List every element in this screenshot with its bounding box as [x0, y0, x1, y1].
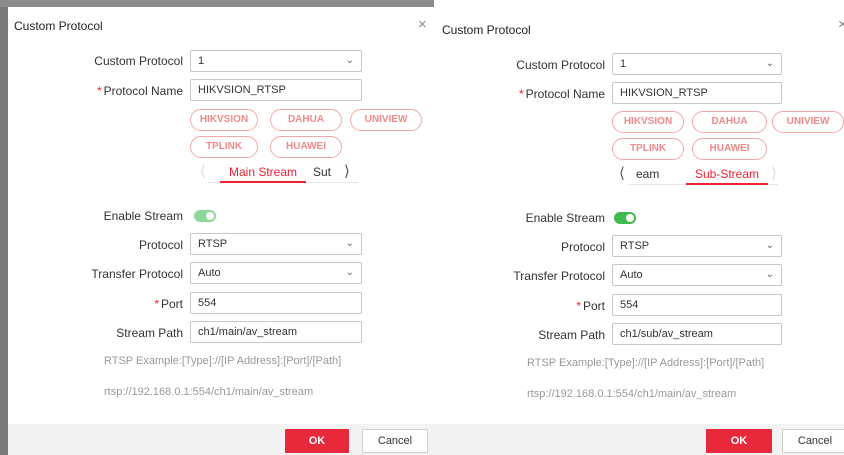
close-icon[interactable]: × [418, 16, 427, 33]
protocol-label: Protocol [138, 238, 183, 252]
preset-dahua-chip[interactable]: DAHUA [692, 111, 767, 133]
custom-protocol-value: 1 [198, 55, 205, 67]
tab-main-stream[interactable]: Main Stream [220, 165, 306, 179]
custom-protocol-select[interactable]: 1 ⌄ [190, 50, 362, 72]
chevron-down-icon: ⌄ [765, 240, 774, 251]
custom-protocol-value: 1 [620, 58, 627, 70]
required-asterisk: * [96, 84, 102, 98]
port-input[interactable] [190, 292, 362, 314]
stream-path-input[interactable] [612, 323, 782, 345]
tabs-scroll-left-icon[interactable]: ⟨ [619, 164, 625, 182]
protocol-name-input[interactable] [612, 82, 782, 104]
stream-path-input[interactable] [190, 321, 362, 343]
toggle-knob [626, 214, 634, 222]
protocol-name-label-text: Protocol Name [103, 84, 183, 98]
port-label-text: Port [160, 297, 183, 311]
protocol-select[interactable]: RTSP ⌄ [190, 233, 362, 255]
custom-protocol-dialog-main-stream: Custom Protocol × Custom Protocol 1 ⌄ * P… [8, 12, 436, 455]
preset-hikvision-chip[interactable]: HIKVSION [190, 109, 258, 131]
required-asterisk: * [154, 297, 159, 311]
preset-uniview-chip[interactable]: UNIVIEW [350, 109, 422, 131]
transfer-protocol-select[interactable]: Auto ⌄ [190, 262, 362, 284]
transfer-protocol-value: Auto [198, 267, 221, 279]
custom-protocol-dialog-sub-stream: Custom Protocol × Custom Protocol 1 ⌄ * P… [436, 12, 844, 455]
port-label: * Port [68, 295, 183, 313]
transfer-protocol-label: Transfer Protocol [513, 269, 605, 283]
chevron-down-icon: ⌄ [765, 269, 774, 280]
dialog-footer: OK Cancel [8, 424, 436, 455]
preset-uniview-chip[interactable]: UNIVIEW [772, 111, 844, 133]
chevron-down-icon: ⌄ [345, 238, 354, 249]
active-tab-indicator [686, 183, 768, 185]
protocol-name-label-text: Protocol Name [525, 87, 605, 101]
tabs-scroll-left-icon[interactable]: ⟨ [200, 162, 206, 180]
custom-protocol-select[interactable]: 1 ⌄ [612, 53, 782, 75]
required-asterisk: * [576, 299, 581, 313]
preset-dahua-chip[interactable]: DAHUA [270, 109, 342, 131]
active-tab-indicator [220, 181, 306, 183]
toggle-knob [206, 212, 214, 220]
ok-button[interactable]: OK [706, 429, 772, 453]
preset-tplink-chip[interactable]: TPLINK [190, 136, 258, 158]
enable-stream-toggle[interactable] [614, 212, 636, 224]
chevron-down-icon: ⌄ [345, 55, 354, 66]
tab-sub-stream[interactable]: Sub-Stream [686, 167, 768, 181]
port-input[interactable] [612, 294, 782, 316]
stream-path-label: Stream Path [538, 328, 605, 342]
ok-button[interactable]: OK [285, 429, 349, 453]
rtsp-example-format: RTSP Example:[Type]://[IP Address]:[Port… [104, 355, 342, 367]
transfer-protocol-value: Auto [620, 269, 643, 281]
preset-huawei-chip[interactable]: HUAWEI [270, 136, 342, 158]
preset-huawei-chip[interactable]: HUAWEI [692, 138, 767, 160]
close-icon[interactable]: × [838, 16, 844, 33]
port-label: * Port [491, 297, 605, 315]
transfer-protocol-select[interactable]: Auto ⌄ [612, 264, 782, 286]
chevron-down-icon: ⌄ [345, 267, 354, 278]
rtsp-example-url: rtsp://192.168.0.1:554/ch1/main/av_strea… [527, 388, 737, 400]
tabs-scroll-right-icon[interactable]: ⟩ [344, 162, 350, 180]
protocol-name-label: * Protocol Name [491, 85, 605, 103]
custom-protocol-label: Custom Protocol [94, 54, 183, 68]
tab-main-stream[interactable]: eam [636, 167, 672, 181]
protocol-name-label: * Protocol Name [68, 82, 183, 100]
chevron-down-icon: ⌄ [765, 58, 774, 69]
enable-stream-label: Enable Stream [103, 209, 183, 223]
protocol-value: RTSP [198, 238, 228, 250]
stream-path-label: Stream Path [116, 326, 183, 340]
dialog-footer: OK Cancel [436, 424, 844, 455]
tab-sub-stream[interactable]: Sut [313, 165, 343, 179]
protocol-value: RTSP [620, 240, 650, 252]
enable-stream-toggle[interactable] [194, 210, 216, 222]
cancel-button[interactable]: Cancel [362, 429, 428, 453]
rtsp-example-url: rtsp://192.168.0.1:554/ch1/main/av_strea… [104, 386, 314, 398]
protocol-select[interactable]: RTSP ⌄ [612, 235, 782, 257]
required-asterisk: * [518, 87, 524, 101]
port-label-text: Port [582, 299, 605, 313]
background-window-top-edge [0, 0, 434, 7]
protocol-label: Protocol [560, 240, 605, 254]
protocol-name-input[interactable] [190, 79, 362, 101]
dialog-title: Custom Protocol [442, 23, 531, 37]
background-window-edge [0, 0, 8, 455]
preset-tplink-chip[interactable]: TPLINK [612, 138, 684, 160]
transfer-protocol-label: Transfer Protocol [91, 267, 183, 281]
dialog-title: Custom Protocol [14, 19, 103, 33]
custom-protocol-label: Custom Protocol [516, 58, 605, 72]
rtsp-example-format: RTSP Example:[Type]://[IP Address]:[Port… [527, 357, 765, 369]
cancel-button[interactable]: Cancel [782, 429, 844, 453]
preset-hikvision-chip[interactable]: HIKVSION [612, 111, 684, 133]
tabs-scroll-right-icon[interactable]: ⟩ [771, 164, 777, 182]
enable-stream-label: Enable Stream [525, 211, 605, 225]
